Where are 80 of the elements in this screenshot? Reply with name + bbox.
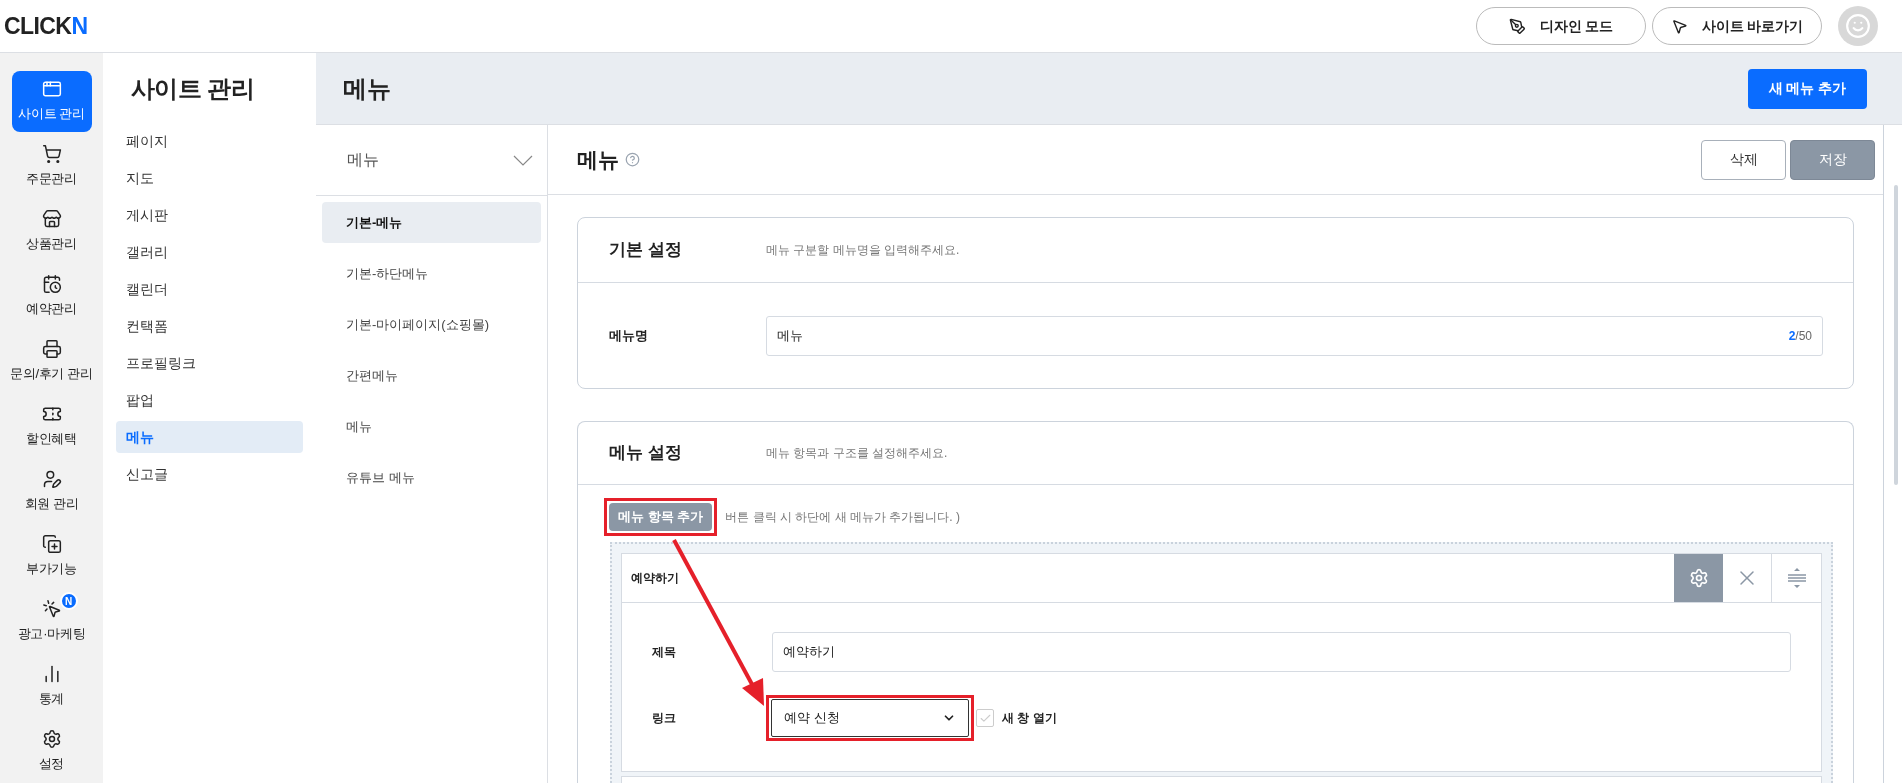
- rail-label: 상품관리: [26, 235, 77, 254]
- cart-icon: [41, 144, 62, 165]
- field-label: 제목: [652, 644, 677, 661]
- user-pen-icon: [41, 469, 62, 490]
- title-field[interactable]: 예약하기: [772, 632, 1791, 672]
- rail-item[interactable]: 문의/후기 관리: [11, 331, 92, 392]
- rail-label: 설정: [38, 755, 65, 774]
- new-window-checkbox[interactable]: [976, 709, 994, 727]
- rail-item[interactable]: 할인혜택: [11, 396, 92, 457]
- new-badge: N: [59, 592, 78, 610]
- calendar-icon: [41, 274, 62, 295]
- delete-button[interactable]: 삭제: [1701, 139, 1786, 180]
- sidebar-item[interactable]: 지도: [116, 162, 303, 194]
- rail-item[interactable]: 주문관리: [11, 136, 92, 197]
- sidebar-item[interactable]: 컨택폼: [116, 310, 303, 342]
- character-counter: 2/50: [1788, 328, 1812, 345]
- rail-item[interactable]: 예약관리: [11, 266, 92, 327]
- menu-item-name: 예약하기: [630, 570, 679, 587]
- rail-label: 예약관리: [26, 300, 77, 319]
- rail-item[interactable]: 통계: [11, 656, 92, 717]
- reorder-icon: [1785, 567, 1808, 589]
- chevron-down-icon: [513, 154, 533, 166]
- sidebar-item[interactable]: 갤러리: [116, 236, 303, 268]
- link-select[interactable]: 예약 신청: [771, 699, 969, 737]
- menu-list-item[interactable]: 메뉴: [322, 406, 541, 447]
- help-icon[interactable]: [625, 152, 640, 167]
- rail-item[interactable]: N 광고·마케팅: [11, 591, 92, 652]
- sidebar-item[interactable]: 메뉴: [116, 421, 303, 453]
- section-description: 메뉴 항목과 구조를 설정해주세요.: [766, 445, 948, 462]
- field-label: 링크: [652, 710, 677, 727]
- field-label: 메뉴명: [608, 327, 649, 345]
- new-menu-button[interactable]: 새 메뉴 추가: [1748, 68, 1867, 109]
- pen-tool-icon: [1508, 17, 1526, 35]
- rail-item[interactable]: 부가기능: [11, 526, 92, 587]
- checkbox-label: 새 창 열기: [1002, 710, 1057, 727]
- store-icon: [41, 209, 62, 230]
- editor-title: 메뉴: [577, 146, 619, 173]
- section-description: 메뉴 구분할 메뉴명을 입력해주세요.: [766, 242, 960, 259]
- rail-label: 회원 관리: [24, 495, 79, 514]
- rail-label: 할인혜택: [26, 430, 77, 449]
- printer-icon: [41, 339, 62, 360]
- sidebar-item[interactable]: 캘린더: [116, 273, 303, 305]
- rail-label: 주문관리: [26, 170, 77, 189]
- hint-text: 버튼 클릭 시 하단에 새 메뉴가 추가됩니다. ): [725, 509, 960, 526]
- section-title: 기본 설정: [608, 239, 683, 262]
- rail-label: 사이트 관리: [18, 105, 85, 124]
- cursor-icon: [1670, 17, 1688, 35]
- menu-list-item[interactable]: 유튜브 메뉴: [322, 457, 541, 498]
- copy-plus-icon: [41, 534, 62, 555]
- logo[interactable]: CLICKN: [4, 8, 88, 44]
- menu-list-item[interactable]: 기본-마이페이지(쇼핑몰): [322, 304, 541, 345]
- menu-list-item[interactable]: 간편메뉴: [322, 355, 541, 396]
- rail-label: 통계: [38, 690, 65, 709]
- settings-button[interactable]: [1674, 554, 1723, 602]
- sidebar-title: 사이트 관리: [130, 74, 256, 104]
- menu-list-item[interactable]: 기본-메뉴: [322, 202, 541, 243]
- design-mode-button[interactable]: 디자인 모드: [1476, 7, 1646, 45]
- rail-label: 문의/후기 관리: [10, 365, 93, 384]
- menu-list-item[interactable]: 기본-하단메뉴: [322, 253, 541, 294]
- menu-dropdown[interactable]: 메뉴: [316, 125, 547, 196]
- rail-label: 광고·마케팅: [17, 625, 86, 644]
- avatar[interactable]: [1838, 6, 1878, 46]
- sidebar-item[interactable]: 프로필링크: [116, 347, 303, 379]
- rail-item[interactable]: 상품관리: [11, 201, 92, 262]
- scrollbar[interactable]: [1894, 185, 1898, 485]
- menu-name-field[interactable]: 메뉴 2/50: [766, 316, 1823, 356]
- settings-icon: [1688, 568, 1709, 588]
- rail-item[interactable]: 회원 관리: [11, 461, 92, 522]
- sidebar-item[interactable]: 팝업: [116, 384, 303, 416]
- site-shortcut-button[interactable]: 사이트 바로가기: [1652, 7, 1822, 45]
- sidebar-item[interactable]: 신고글: [116, 458, 303, 490]
- section-title: 메뉴 설정: [608, 442, 683, 465]
- rail-label: 부가기능: [26, 560, 77, 579]
- settings-icon: [41, 729, 62, 750]
- cursor-click-icon: [41, 599, 62, 620]
- rail-item[interactable]: 설정: [11, 721, 92, 782]
- page-title: 메뉴: [343, 73, 391, 104]
- rail-item[interactable]: 사이트 관리: [11, 71, 92, 132]
- sidebar-item[interactable]: 페이지: [116, 125, 303, 157]
- sidebar-item[interactable]: 게시판: [116, 199, 303, 231]
